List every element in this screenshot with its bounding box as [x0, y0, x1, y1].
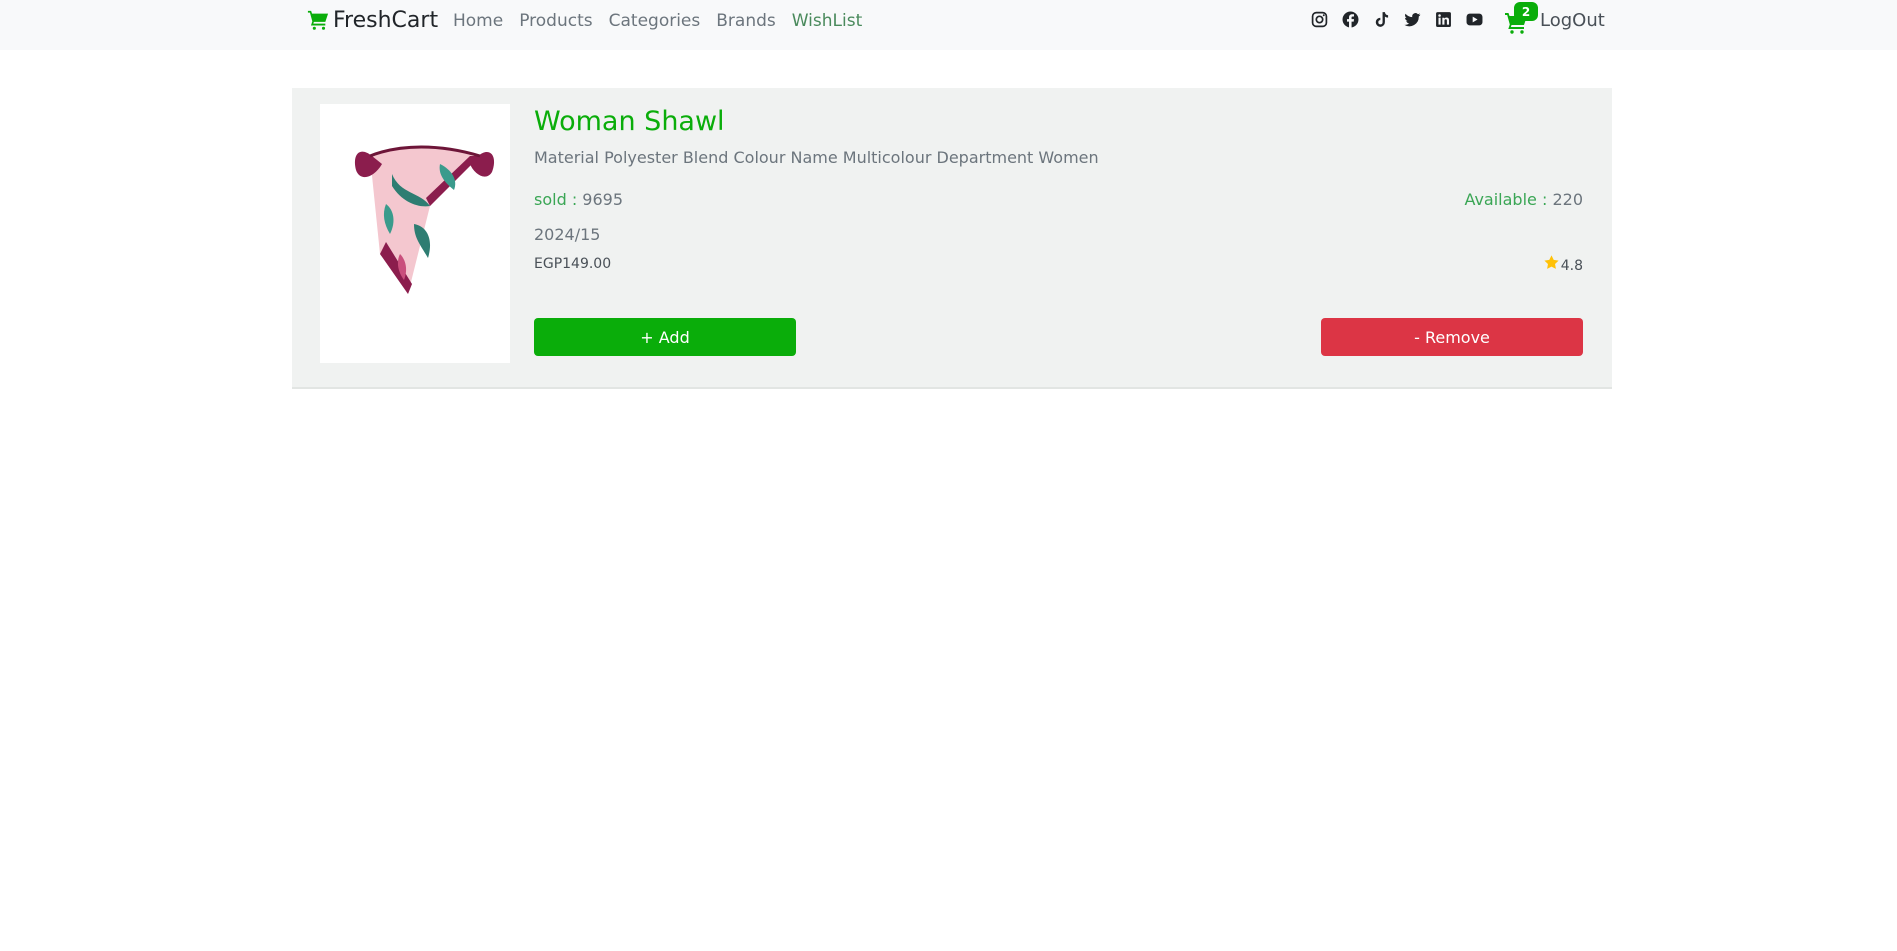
- nav-link-wishlist[interactable]: WishList: [792, 8, 863, 34]
- available-count: Available : 220: [1464, 188, 1583, 212]
- cart-count-badge: 2: [1514, 2, 1538, 21]
- brand-name: FreshCart: [333, 7, 439, 33]
- social-links: [1311, 11, 1483, 28]
- facebook-icon[interactable]: [1342, 11, 1359, 28]
- tiktok-icon[interactable]: [1373, 11, 1390, 28]
- nav-link-home[interactable]: Home: [453, 8, 503, 34]
- available-label: Available :: [1464, 190, 1548, 209]
- sold-value: 9695: [582, 190, 624, 209]
- twitter-icon[interactable]: [1404, 11, 1421, 28]
- instagram-icon[interactable]: [1311, 11, 1328, 28]
- cart-button[interactable]: 2: [1504, 2, 1538, 35]
- sold-count: sold : 9695: [534, 188, 623, 212]
- sold-label: sold :: [534, 190, 578, 209]
- nav-links: Home Products Categories Brands WishList: [453, 8, 862, 34]
- product-title: Woman Shawl: [534, 106, 725, 137]
- linkedin-icon[interactable]: [1435, 11, 1452, 28]
- remove-button[interactable]: - Remove: [1321, 318, 1583, 356]
- navbar: FreshCart Home Products Categories Brand…: [0, 0, 1897, 50]
- nav-link-products[interactable]: Products: [519, 8, 592, 34]
- product-description: Material Polyester Blend Colour Name Mul…: [534, 148, 1099, 167]
- star-icon: [1543, 254, 1560, 277]
- cart-logo-icon: [307, 9, 329, 31]
- product-image: [320, 104, 510, 363]
- youtube-icon[interactable]: [1466, 11, 1483, 28]
- product-rating: 4.8: [1543, 254, 1583, 277]
- product-date: 2024/15: [534, 225, 601, 244]
- brand-logo[interactable]: FreshCart: [307, 4, 438, 36]
- product-price: EGP149.00: [534, 256, 612, 272]
- available-value: 220: [1552, 190, 1583, 209]
- wishlist-item: Woman Shawl Material Polyester Blend Col…: [292, 88, 1612, 389]
- nav-link-brands[interactable]: Brands: [716, 8, 776, 34]
- logout-link[interactable]: LogOut: [1540, 8, 1605, 34]
- nav-link-categories[interactable]: Categories: [609, 8, 701, 34]
- rating-value: 4.8: [1560, 257, 1583, 274]
- add-to-cart-button[interactable]: + Add: [534, 318, 796, 356]
